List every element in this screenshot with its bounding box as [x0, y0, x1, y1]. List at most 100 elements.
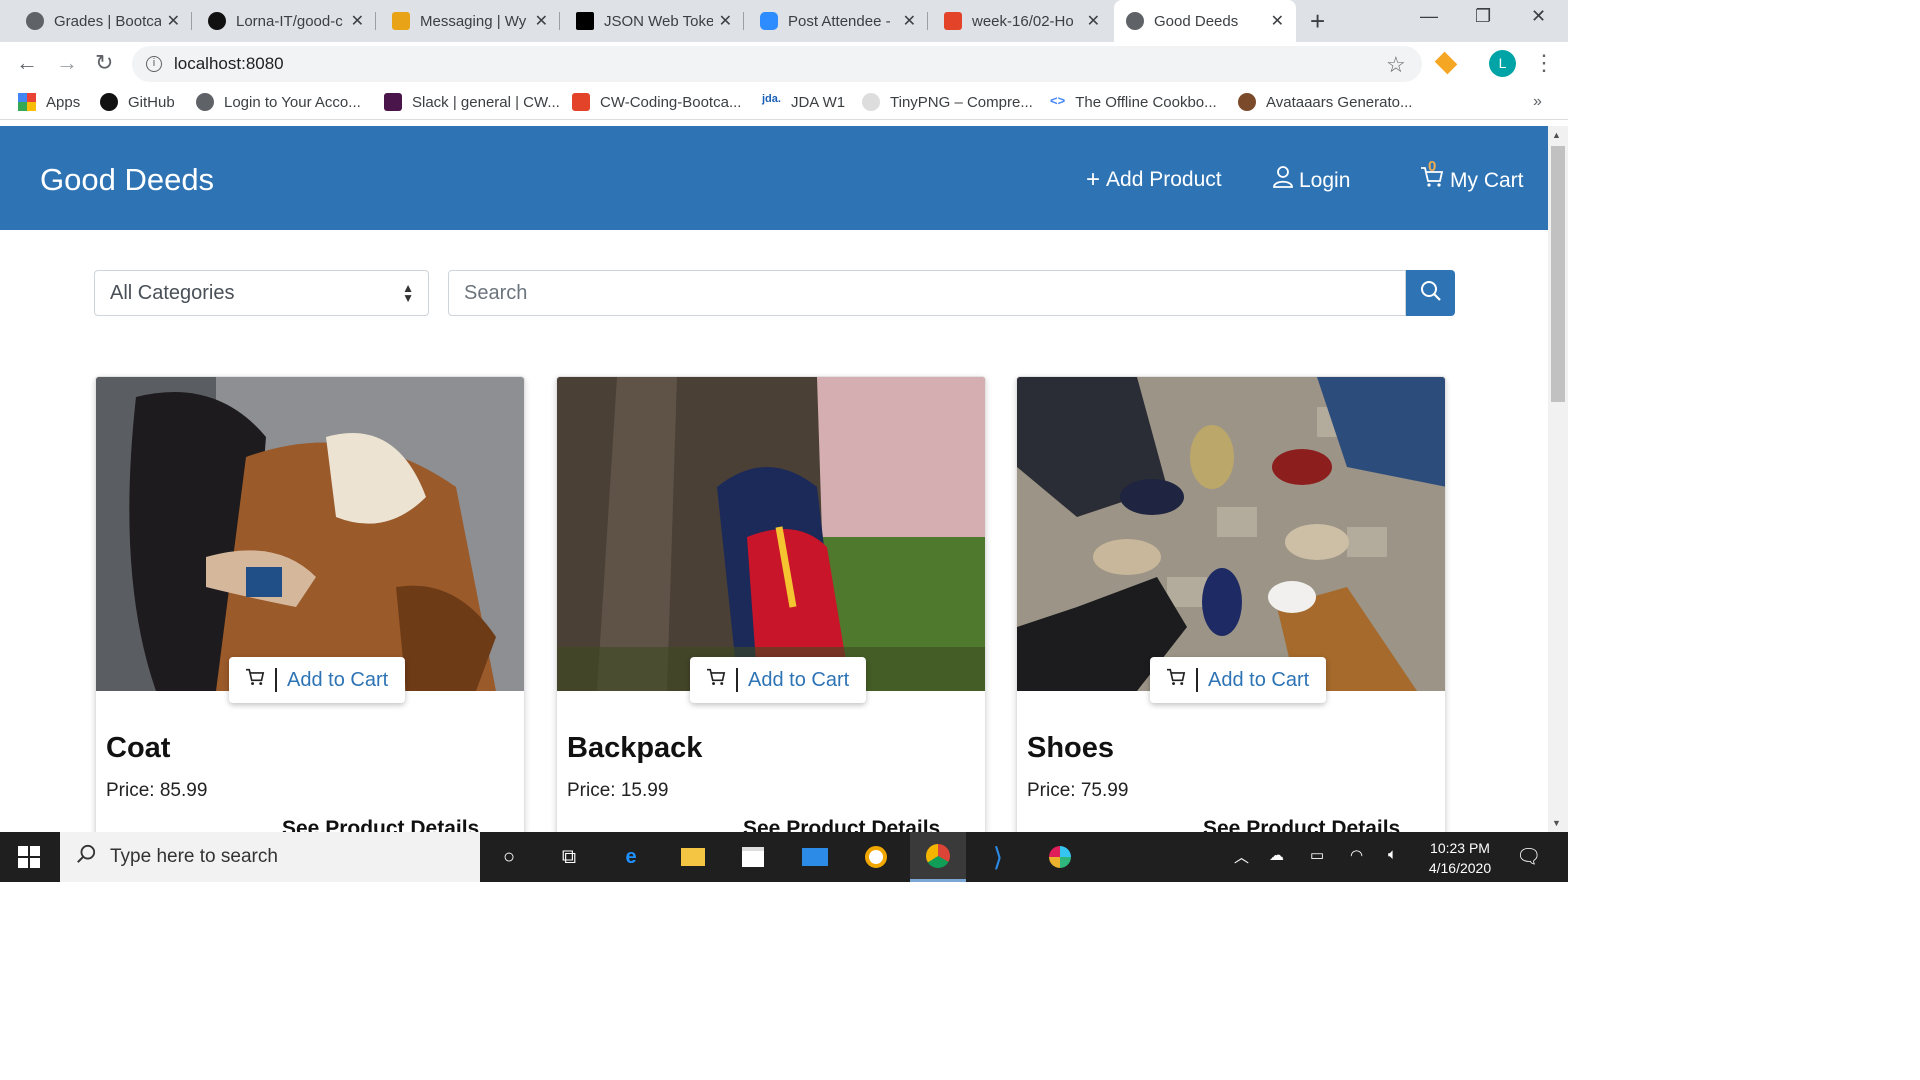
browser-tab-jwt[interactable]: JSON Web Toke ✕	[564, 0, 744, 42]
tab-label: Good Deeds	[1154, 12, 1239, 30]
browser-tab-messaging[interactable]: Messaging | Wy ✕	[380, 0, 560, 42]
bookmark-cw-coding[interactable]: CW-Coding-Bootca...	[572, 93, 741, 111]
bookmark-label: TinyPNG – Compre...	[890, 93, 1033, 111]
close-icon[interactable]: ✕	[903, 11, 916, 31]
scroll-down-icon[interactable]: ▼	[1552, 818, 1561, 828]
bookmark-apps[interactable]: Apps	[18, 93, 80, 111]
tab-label: JSON Web Toke	[604, 12, 713, 30]
panda-icon	[862, 93, 880, 111]
add-to-cart-button[interactable]: Add to Cart	[1150, 657, 1326, 703]
globe-icon	[196, 93, 214, 111]
bookmark-offline-cookbook[interactable]: <> The Offline Cookbo...	[1050, 93, 1217, 111]
login-link[interactable]: Login	[1273, 166, 1350, 195]
login-label: Login	[1299, 168, 1351, 192]
product-search-input[interactable]	[448, 270, 1406, 316]
window-close-icon[interactable]: ✕	[1531, 6, 1546, 27]
browser-tab-zoom[interactable]: Post Attendee - ✕	[748, 0, 928, 42]
tab-label: Messaging | Wy	[420, 12, 527, 30]
bookmarks-overflow-icon[interactable]: »	[1533, 93, 1542, 111]
taskbar-search-placeholder: Type here to search	[110, 846, 278, 867]
scrollbar-thumb[interactable]	[1551, 146, 1565, 402]
battery-icon[interactable]: ▭	[1310, 846, 1324, 864]
tray-chevron-icon[interactable]: ︿	[1234, 846, 1249, 867]
bookmark-github[interactable]: GitHub	[100, 93, 175, 111]
add-to-cart-label: Add to Cart	[748, 668, 850, 691]
bookmark-tinypng[interactable]: TinyPNG – Compre...	[862, 93, 1033, 111]
select-arrows-icon: ▲ ▼	[402, 281, 414, 305]
store-icon[interactable]	[738, 842, 768, 872]
restore-icon[interactable]: ❐	[1475, 6, 1491, 27]
bookmark-label: The Offline Cookbo...	[1075, 93, 1217, 111]
cart-icon	[706, 668, 738, 692]
edge-icon[interactable]: e	[616, 842, 646, 872]
close-icon[interactable]: ✕	[167, 11, 180, 31]
zoom-icon	[760, 12, 778, 30]
close-icon[interactable]: ✕	[535, 11, 548, 31]
menu-kebab-icon[interactable]: ⋮	[1533, 50, 1555, 76]
browser-tab-grades[interactable]: Grades | Bootca ✕	[14, 0, 192, 42]
see-product-details-link[interactable]: See Product Details	[282, 817, 479, 832]
notifications-icon[interactable]: 🗨︎	[1516, 844, 1541, 869]
my-cart-label: My Cart	[1450, 168, 1524, 192]
close-icon[interactable]: ✕	[719, 11, 732, 31]
product-name: Backpack	[567, 732, 703, 764]
coat-photo	[96, 377, 524, 691]
globe-icon	[26, 12, 44, 30]
product-price: Price: 85.99	[106, 780, 208, 801]
browser-tab-github[interactable]: Lorna-IT/good-c ✕	[196, 0, 376, 42]
info-icon[interactable]: i	[146, 56, 162, 72]
see-product-details-link[interactable]: See Product Details	[743, 817, 940, 832]
bookmark-avataaars[interactable]: Avataaars Generato...	[1238, 93, 1412, 111]
close-icon[interactable]: ✕	[1271, 11, 1284, 31]
browser-tab-good-deeds[interactable]: Good Deeds ✕	[1114, 0, 1296, 42]
jda-icon: jda.	[762, 93, 781, 105]
product-price: Price: 15.99	[567, 780, 669, 801]
task-view-icon[interactable]: ⧉	[554, 842, 584, 872]
close-icon[interactable]: ✕	[1087, 11, 1100, 31]
reload-icon[interactable]: ↻	[95, 50, 113, 76]
bookmark-label: Avataaars Generato...	[1266, 93, 1413, 111]
chrome-icon[interactable]	[910, 832, 966, 882]
norton-icon[interactable]	[861, 842, 891, 872]
add-to-cart-button[interactable]: Add to Cart	[229, 657, 405, 703]
taskbar-search-box[interactable]: Type here to search	[60, 832, 480, 882]
close-icon[interactable]: ✕	[351, 11, 364, 31]
onedrive-icon[interactable]: ☁	[1269, 846, 1284, 864]
bookmarks-bar: Apps GitHub Login to Your Acco... Slack …	[0, 86, 1568, 120]
search-button[interactable]	[1406, 270, 1455, 316]
bookmark-label: GitHub	[128, 93, 175, 111]
bookmark-login[interactable]: Login to Your Acco...	[196, 93, 361, 111]
minimize-icon[interactable]: —	[1420, 6, 1438, 27]
avatar-face-icon	[1238, 93, 1256, 111]
address-bar[interactable]: i localhost:8080	[132, 46, 1422, 82]
windows-start-icon[interactable]	[18, 846, 40, 868]
volume-icon[interactable]: 🔈︎	[1388, 846, 1397, 863]
site-brand[interactable]: Good Deeds	[40, 162, 214, 198]
category-select-value: All Categories	[110, 281, 235, 304]
url-text[interactable]: localhost:8080	[174, 54, 284, 74]
code-icon: <>	[1050, 93, 1066, 108]
add-product-link[interactable]: + Add Product	[1086, 166, 1222, 194]
bookmark-label: Login to Your Acco...	[224, 93, 361, 111]
bookmark-star-icon[interactable]: ☆	[1386, 52, 1406, 78]
mail-icon[interactable]	[800, 842, 830, 872]
vscode-icon[interactable]: ⟩	[983, 842, 1013, 872]
bookmark-label: JDA W1	[790, 93, 846, 111]
shoes-photo	[1017, 377, 1445, 691]
browser-tab-gitlab[interactable]: week-16/02-Ho ✕	[932, 0, 1112, 42]
back-icon[interactable]: ←	[16, 50, 38, 76]
cortana-icon[interactable]: ○	[494, 842, 524, 872]
forward-icon[interactable]: →	[56, 50, 78, 76]
bookmark-slack[interactable]: Slack | general | CW...	[384, 93, 560, 111]
new-tab-icon[interactable]: +	[1310, 6, 1325, 37]
slack-icon[interactable]	[1045, 842, 1075, 872]
taskbar-clock[interactable]: 10:23 PM 4/16/2020	[1420, 838, 1500, 878]
profile-avatar[interactable]: L	[1489, 50, 1516, 77]
category-select[interactable]: All Categories ▲ ▼	[94, 270, 429, 316]
see-product-details-link[interactable]: See Product Details	[1203, 817, 1400, 832]
scroll-up-icon[interactable]: ▲	[1552, 130, 1561, 140]
file-explorer-icon[interactable]	[678, 842, 708, 872]
wifi-icon[interactable]: ◠	[1350, 846, 1363, 864]
bookmark-jda[interactable]: jda. JDA W1	[762, 93, 845, 111]
add-to-cart-button[interactable]: Add to Cart	[690, 657, 866, 703]
